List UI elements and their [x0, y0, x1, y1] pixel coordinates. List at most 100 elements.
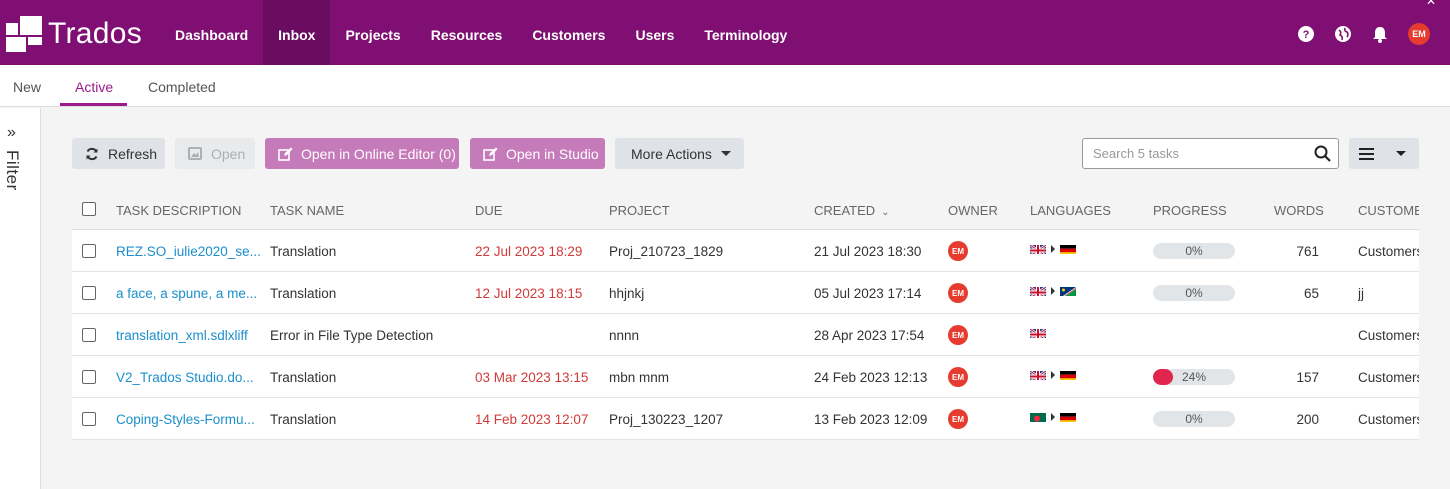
list-view-icon[interactable]: [1359, 147, 1374, 165]
created-date: 28 Apr 2023 17:54: [814, 328, 925, 343]
source-language-flag-icon: [1030, 369, 1046, 380]
word-count: 65: [1303, 286, 1319, 301]
row-checkbox[interactable]: [82, 286, 96, 300]
created-date: 21 Jul 2023 18:30: [814, 244, 922, 259]
task-description-link[interactable]: Coping-Styles-Formu...: [116, 412, 255, 427]
nav-projects[interactable]: Projects: [330, 0, 415, 65]
project-name: hhjnkj: [609, 286, 645, 301]
task-name: Translation: [270, 370, 337, 385]
refresh-icon: [84, 147, 100, 161]
caret-down-icon: [720, 151, 731, 156]
open-online-editor-button[interactable]: Open in Online Editor (0): [265, 138, 459, 169]
open-button[interactable]: Open: [175, 138, 255, 169]
header-due[interactable]: DUE: [475, 203, 502, 218]
open-label: Open: [211, 145, 246, 162]
help-icon[interactable]: ?: [1297, 25, 1315, 43]
header-created-label: CREATED: [814, 203, 876, 218]
tab-active[interactable]: Active: [75, 79, 113, 95]
source-language-flag-icon: [1030, 411, 1046, 422]
progress-label: 0%: [1185, 286, 1203, 300]
app-name: Trados: [48, 17, 143, 50]
top-icons: ? EM: [1297, 23, 1430, 45]
header-owner[interactable]: OWNER: [948, 203, 998, 218]
target-language-flag-icon: [1060, 243, 1076, 254]
nav-inbox[interactable]: Inbox: [263, 0, 331, 65]
header-task-name[interactable]: TASK NAME: [270, 203, 344, 218]
row-checkbox[interactable]: [82, 370, 96, 384]
row-checkbox[interactable]: [82, 328, 96, 342]
header-project[interactable]: PROJECT: [609, 203, 670, 218]
created-date: 05 Jul 2023 17:14: [814, 286, 922, 301]
task-description-link[interactable]: translation_xml.sdlxliff: [116, 328, 248, 343]
target-language-flag-icon: [1060, 369, 1076, 380]
table-row[interactable]: V2_Trados Studio.do... Translation 03 Mar …: [72, 356, 1419, 398]
nav-dashboard[interactable]: Dashboard: [160, 0, 263, 65]
view-options-caret-icon[interactable]: [1396, 151, 1406, 156]
owner-avatar: EM: [948, 409, 968, 429]
word-count: 157: [1296, 370, 1319, 385]
header-languages[interactable]: LANGUAGES: [1030, 203, 1111, 218]
svg-text:?: ?: [1303, 29, 1310, 41]
more-actions-button[interactable]: More Actions: [615, 138, 744, 169]
header-task-description[interactable]: TASK DESCRIPTION: [116, 203, 241, 218]
bell-icon[interactable]: [1371, 25, 1389, 43]
refresh-button[interactable]: Refresh: [72, 138, 165, 169]
owner-avatar: EM: [948, 325, 968, 345]
trados-logo[interactable]: Trados: [6, 16, 142, 52]
customer-name: Customers: [1358, 370, 1419, 385]
language-pair: [1030, 243, 1076, 254]
task-name: Translation: [270, 286, 337, 301]
due-date: 12 Jul 2023 18:15: [475, 286, 583, 301]
table-body: REZ.SO_iulie2020_se... Translation 22 Jul …: [72, 230, 1419, 440]
progress-label: 0%: [1185, 412, 1203, 426]
task-description-link[interactable]: a face, a spune, a me...: [116, 286, 257, 301]
filter-panel-toggle[interactable]: » Filter: [0, 108, 41, 489]
header-customer[interactable]: CUSTOMER: [1358, 203, 1419, 218]
tab-completed[interactable]: Completed: [148, 79, 216, 95]
word-count: 761: [1296, 244, 1319, 259]
select-all-checkbox[interactable]: [82, 202, 96, 216]
task-description-link[interactable]: REZ.SO_iulie2020_se...: [116, 244, 261, 259]
nav-resources[interactable]: Resources: [416, 0, 518, 65]
customer-name: jj: [1358, 286, 1364, 301]
tab-new[interactable]: New: [13, 79, 41, 95]
table-row[interactable]: Coping-Styles-Formu... Translation 14 Feb …: [72, 398, 1419, 440]
arrow-right-icon: [1051, 370, 1055, 379]
row-checkbox[interactable]: [82, 244, 96, 258]
task-name: Error in File Type Detection: [270, 328, 434, 343]
trados-logo-mark: [6, 16, 42, 52]
open-icon: [187, 147, 203, 160]
header-created[interactable]: CREATED ⌄: [814, 203, 890, 218]
header-words[interactable]: WORDS: [1274, 203, 1324, 218]
task-name: Translation: [270, 412, 337, 427]
language-pair: [1030, 327, 1046, 338]
table-row[interactable]: translation_xml.sdlxliff Error in File Ty…: [72, 314, 1419, 356]
table-row[interactable]: REZ.SO_iulie2020_se... Translation 22 Jul …: [72, 230, 1419, 272]
task-name: Translation: [270, 244, 337, 259]
nav-customers[interactable]: Customers: [517, 0, 620, 65]
arrow-right-icon: [1051, 412, 1055, 421]
task-description-link[interactable]: V2_Trados Studio.do...: [116, 370, 254, 385]
source-language-flag-icon: [1030, 327, 1046, 338]
owner-avatar: EM: [948, 367, 968, 387]
nav-terminology[interactable]: Terminology: [689, 0, 802, 65]
progress-bar: 0%: [1153, 411, 1235, 427]
nav-users[interactable]: Users: [620, 0, 689, 65]
search-input[interactable]: [1093, 146, 1303, 161]
row-checkbox[interactable]: [82, 412, 96, 426]
user-avatar[interactable]: EM: [1408, 23, 1430, 45]
globe-icon[interactable]: [1334, 25, 1352, 43]
header-progress[interactable]: PROGRESS: [1153, 203, 1227, 218]
table-row[interactable]: a face, a spune, a me... Translation 12 Ju…: [72, 272, 1419, 314]
table-header: TASK DESCRIPTION TASK NAME DUE PROJECT C…: [72, 188, 1419, 230]
open-in-studio-button[interactable]: Open in Studio: [470, 138, 605, 169]
project-name: mbn mnm: [609, 370, 670, 385]
customer-name: Customers: [1358, 244, 1419, 259]
due-date: 03 Mar 2023 13:15: [475, 370, 589, 385]
close-icon[interactable]: ✕: [1426, 0, 1436, 8]
progress-label: 24%: [1181, 370, 1207, 384]
owner-avatar: EM: [948, 241, 968, 261]
sort-desc-icon: ⌄: [881, 207, 890, 218]
search-icon[interactable]: [1314, 145, 1331, 167]
top-navigation-bar: ✕ Trados Dashboard Inbox Projects Resour…: [0, 0, 1450, 65]
